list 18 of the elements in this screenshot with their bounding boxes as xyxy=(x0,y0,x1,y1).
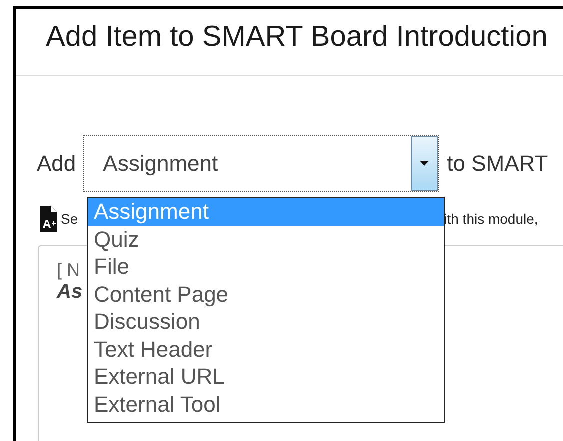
hint-text: ith this module, xyxy=(444,211,538,227)
dropdown-option[interactable]: Quiz xyxy=(88,226,444,253)
dropdown-option[interactable]: External URL xyxy=(88,363,444,390)
add-label: Add xyxy=(37,150,76,176)
panel-heading: As xyxy=(57,281,83,304)
dropdown-option[interactable]: File xyxy=(88,253,444,280)
dropdown-button[interactable] xyxy=(411,136,438,191)
to-label: to SMART xyxy=(447,150,548,176)
dialog-title: Add Item to SMART Board Introduction xyxy=(45,20,549,55)
dropdown-option[interactable]: Content Page xyxy=(88,280,444,308)
dropdown-option[interactable]: Text Header xyxy=(88,336,444,363)
hint-text: Se xyxy=(61,211,78,227)
panel-text: [ N xyxy=(57,260,80,281)
dropdown-option[interactable]: External Tool xyxy=(88,390,444,418)
document-icon xyxy=(40,206,57,232)
dropdown-option[interactable]: Discussion xyxy=(88,308,444,336)
caret-icon xyxy=(420,161,430,166)
type-select[interactable]: Assignment xyxy=(83,135,440,192)
